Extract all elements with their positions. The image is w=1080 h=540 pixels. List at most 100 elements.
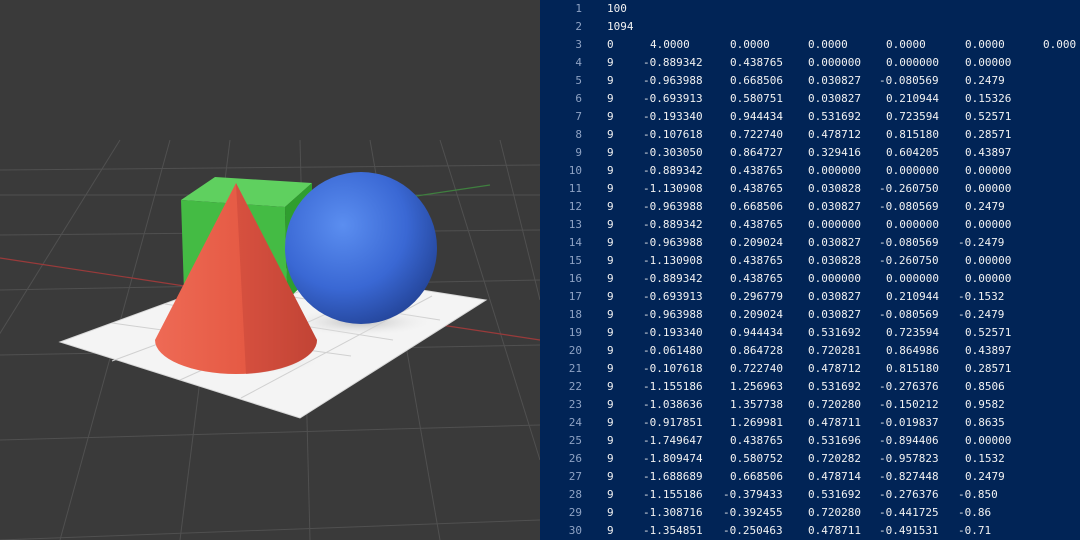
line-value: 4.0000 bbox=[650, 38, 690, 51]
line-value: 0.43897 bbox=[965, 146, 1012, 159]
editor-line[interactable]: 4 9 -0.889342 0.438765 0.000000 0.000000 0.000… bbox=[540, 54, 1080, 72]
line-value: -0.889342 bbox=[643, 164, 703, 177]
line-value: -0.276376 bbox=[879, 380, 939, 393]
line-value: -0.019837 bbox=[879, 416, 939, 429]
line-value: 0.0000 bbox=[965, 38, 1005, 51]
line-value: 0.00000 bbox=[965, 56, 1012, 69]
line-value: 0.2479 bbox=[965, 200, 1005, 213]
line-value: -0.2479 bbox=[958, 308, 1005, 321]
line-value: 1.256963 bbox=[730, 380, 783, 393]
editor-line[interactable]: 1 100 bbox=[540, 0, 1080, 18]
editor-line[interactable]: 25 9 -1.749647 0.438765 0.531696 -0.894406 0.0… bbox=[540, 432, 1080, 450]
editor-line[interactable]: 19 9 -0.193340 0.944434 0.531692 0.723594 0.52… bbox=[540, 324, 1080, 342]
line-value: 0.030827 bbox=[808, 308, 861, 321]
line-number: 11 bbox=[568, 182, 582, 195]
editor-line[interactable]: 22 9 -1.155186 1.256963 0.531692 -0.276376 0.8… bbox=[540, 378, 1080, 396]
line-value: 0.210944 bbox=[886, 290, 939, 303]
line-value: 0.668506 bbox=[730, 200, 783, 213]
line-value: 0.0000 bbox=[730, 38, 770, 51]
editor-line[interactable]: 8 9 -0.107618 0.722740 0.478712 0.815180 0.285… bbox=[540, 126, 1080, 144]
line-value: 0.531692 bbox=[808, 110, 861, 123]
line-value: 0.438765 bbox=[730, 56, 783, 69]
line-value: -1.130908 bbox=[643, 254, 703, 267]
text-editor[interactable]: 1 100 2 1094 3 0 4.0000 0.0000 0.0000 0.0000 0.000… bbox=[540, 0, 1080, 540]
line-value: -0.392455 bbox=[723, 506, 783, 519]
line-value: 0.15326 bbox=[965, 92, 1012, 105]
line-number: 22 bbox=[568, 380, 582, 393]
editor-line[interactable]: 3 0 4.0000 0.0000 0.0000 0.0000 0.0000 0.000 bbox=[540, 36, 1080, 54]
editor-line[interactable]: 7 9 -0.193340 0.944434 0.531692 0.723594 0.525… bbox=[540, 108, 1080, 126]
line-value: 0.00000 bbox=[965, 434, 1012, 447]
line-number: 20 bbox=[568, 344, 582, 357]
editor-line[interactable]: 12 9 -0.963988 0.668506 0.030827 -0.080569 0.2… bbox=[540, 198, 1080, 216]
editor-line[interactable]: 29 9 -1.308716 -0.392455 0.720280 -0.441725 -0… bbox=[540, 504, 1080, 522]
line-value: -0.080569 bbox=[879, 74, 939, 87]
editor-line[interactable]: 28 9 -1.155186 -0.379433 0.531692 -0.276376 -0… bbox=[540, 486, 1080, 504]
editor-line[interactable]: 27 9 -1.688689 0.668506 0.478714 -0.827448 0.2… bbox=[540, 468, 1080, 486]
line-number: 26 bbox=[568, 452, 582, 465]
line-value: 0.030827 bbox=[808, 74, 861, 87]
editor-line[interactable]: 18 9 -0.963988 0.209024 0.030827 -0.080569 -0.… bbox=[540, 306, 1080, 324]
line-value: 0.531692 bbox=[808, 488, 861, 501]
line-value: 9 bbox=[607, 74, 614, 87]
line-value: 0.864986 bbox=[886, 344, 939, 357]
editor-line[interactable]: 30 9 -1.354851 -0.250463 0.478711 -0.491531 -0… bbox=[540, 522, 1080, 540]
line-value: 0.478711 bbox=[808, 524, 861, 537]
editor-line[interactable]: 23 9 -1.038636 1.357738 0.720280 -0.150212 0.9… bbox=[540, 396, 1080, 414]
line-value: 0.531692 bbox=[808, 380, 861, 393]
line-value: 100 bbox=[607, 2, 627, 15]
line-value: 0.000000 bbox=[886, 56, 939, 69]
line-value: -0.963988 bbox=[643, 200, 703, 213]
scene-canvas[interactable] bbox=[0, 0, 540, 540]
editor-line[interactable]: 17 9 -0.693913 0.296779 0.030827 0.210944 -0.1… bbox=[540, 288, 1080, 306]
editor-line[interactable]: 9 9 -0.303050 0.864727 0.329416 0.604205 0.438… bbox=[540, 144, 1080, 162]
line-value: 0.52571 bbox=[965, 110, 1012, 123]
line-value: 1.269981 bbox=[730, 416, 783, 429]
editor-line[interactable]: 5 9 -0.963988 0.668506 0.030827 -0.080569 0.24… bbox=[540, 72, 1080, 90]
line-value: 9 bbox=[607, 380, 614, 393]
line-number: 14 bbox=[568, 236, 582, 249]
line-value: 0.030827 bbox=[808, 92, 861, 105]
editor-line[interactable]: 6 9 -0.693913 0.580751 0.030827 0.210944 0.153… bbox=[540, 90, 1080, 108]
line-value: -0.107618 bbox=[643, 128, 703, 141]
line-value: 9 bbox=[607, 200, 614, 213]
line-number: 10 bbox=[568, 164, 582, 177]
editor-line[interactable]: 15 9 -1.130908 0.438765 0.030828 -0.260750 0.0… bbox=[540, 252, 1080, 270]
line-value: 0.0000 bbox=[886, 38, 926, 51]
line-value: -0.276376 bbox=[879, 488, 939, 501]
line-value: 9 bbox=[607, 344, 614, 357]
line-value: 0.723594 bbox=[886, 110, 939, 123]
line-value: 0.000000 bbox=[886, 164, 939, 177]
editor-line[interactable]: 11 9 -1.130908 0.438765 0.030828 -0.260750 0.0… bbox=[540, 180, 1080, 198]
line-value: 0.00000 bbox=[965, 254, 1012, 267]
editor-line[interactable]: 2 1094 bbox=[540, 18, 1080, 36]
editor-line[interactable]: 26 9 -1.809474 0.580752 0.720282 -0.957823 0.1… bbox=[540, 450, 1080, 468]
line-value: 9 bbox=[607, 326, 614, 339]
line-value: -0.260750 bbox=[879, 182, 939, 195]
line-value: 9 bbox=[607, 488, 614, 501]
line-value: 0.2479 bbox=[965, 470, 1005, 483]
blue-sphere[interactable] bbox=[285, 172, 437, 324]
line-number: 3 bbox=[575, 38, 582, 51]
editor-line[interactable]: 24 9 -0.917851 1.269981 0.478711 -0.019837 0.8… bbox=[540, 414, 1080, 432]
line-value: -0.889342 bbox=[643, 272, 703, 285]
editor-line[interactable]: 14 9 -0.963988 0.209024 0.030827 -0.080569 -0.… bbox=[540, 234, 1080, 252]
line-value: 9 bbox=[607, 398, 614, 411]
line-value: 1094 bbox=[607, 20, 634, 33]
editor-line[interactable]: 13 9 -0.889342 0.438765 0.000000 0.000000 0.00… bbox=[540, 216, 1080, 234]
line-value: 0.478712 bbox=[808, 128, 861, 141]
editor-line[interactable]: 21 9 -0.107618 0.722740 0.478712 0.815180 0.28… bbox=[540, 360, 1080, 378]
line-value: 0.864728 bbox=[730, 344, 783, 357]
line-number: 16 bbox=[568, 272, 582, 285]
line-value: 0 bbox=[607, 38, 614, 51]
line-value: -0.080569 bbox=[879, 236, 939, 249]
line-value: 0.030827 bbox=[808, 290, 861, 303]
line-value: 0.28571 bbox=[965, 128, 1012, 141]
3d-viewport[interactable] bbox=[0, 0, 540, 540]
line-value: 0.668506 bbox=[730, 470, 783, 483]
editor-line[interactable]: 16 9 -0.889342 0.438765 0.000000 0.000000 0.00… bbox=[540, 270, 1080, 288]
line-value: 9 bbox=[607, 452, 614, 465]
editor-line[interactable]: 10 9 -0.889342 0.438765 0.000000 0.000000 0.00… bbox=[540, 162, 1080, 180]
line-number: 2 bbox=[575, 20, 582, 33]
editor-line[interactable]: 20 9 -0.061480 0.864728 0.720281 0.864986 0.43… bbox=[540, 342, 1080, 360]
